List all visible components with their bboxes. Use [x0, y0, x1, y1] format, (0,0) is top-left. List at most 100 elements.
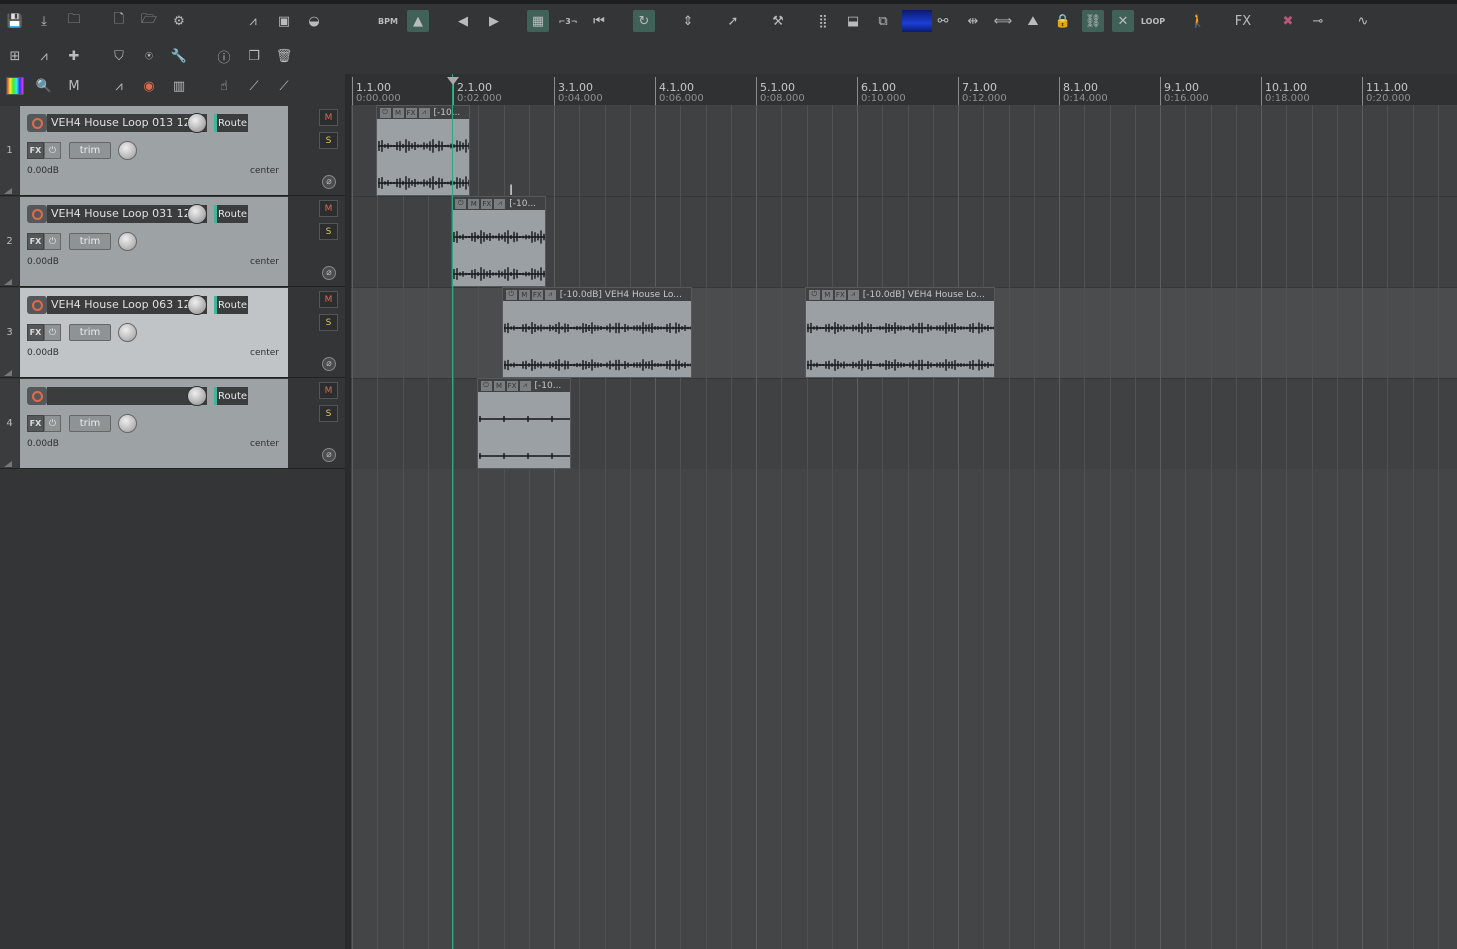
headphone-icon[interactable]: ∿ [1352, 10, 1374, 32]
monitor-icon[interactable]: ⍟ [138, 45, 160, 67]
color-bar-icon[interactable] [902, 10, 932, 32]
track-number[interactable]: 2 [0, 197, 19, 287]
route-button[interactable]: Route [214, 296, 248, 314]
pan-knob[interactable] [118, 414, 137, 433]
snap-grid-icon[interactable]: ⣿ [812, 10, 834, 32]
open-project-icon[interactable]: 🗀 [63, 10, 85, 32]
automation-mode-button[interactable]: trim [69, 415, 111, 432]
media-item[interactable]: ⏻ M FX ⩘ [-10.0dB] VEH4 House Lo... [804, 287, 996, 378]
track-2[interactable]: 2 VEH4 House Loop 031 12 Route FX ⏻ trim… [0, 197, 345, 288]
next-icon[interactable]: ▶ [483, 10, 505, 32]
marker-icon[interactable]: ⛰ [1022, 10, 1044, 32]
save-as-icon[interactable]: ⤓ [33, 10, 55, 32]
item-header-button[interactable]: M [468, 198, 480, 209]
item-header-button[interactable]: ⏻ [455, 198, 467, 209]
color-icon[interactable] [4, 75, 26, 97]
hammer-icon[interactable]: ⚒ [767, 10, 789, 32]
link-icon[interactable]: ⚯ [932, 10, 954, 32]
automation-mode-button[interactable]: trim [69, 142, 111, 159]
fx-icon[interactable]: FX [1232, 10, 1254, 32]
render-icon[interactable]: ▣ [273, 10, 295, 32]
copy-icon[interactable]: ❐ [243, 45, 265, 67]
split-icon[interactable]: ⟺ [992, 10, 1014, 32]
solo-button[interactable]: S [319, 223, 338, 240]
track-lane-1[interactable] [351, 106, 1457, 197]
trash-icon[interactable]: 🗑 [273, 45, 295, 67]
metronome-drum-icon[interactable]: ◒ [303, 10, 325, 32]
info-icon[interactable]: ⓘ [213, 45, 235, 67]
prev-icon[interactable]: ◀ [452, 10, 474, 32]
midi-icon[interactable]: M [63, 75, 85, 97]
route-button[interactable]: Route [214, 387, 248, 405]
arrange-view[interactable]: 1.1.00 0:00.000 2.1.00 0:02.000 3.1.00 0:0… [351, 74, 1457, 949]
item-header[interactable]: ⏻ M FX ⩘ [-10... [376, 106, 470, 119]
volume-knob[interactable] [187, 204, 207, 224]
phase-invert-button[interactable]: ⌀ [322, 448, 336, 462]
save-icon[interactable]: 💾 [4, 10, 26, 32]
track-panel[interactable]: VEH4 House Loop 063 12 Route FX ⏻ trim 0… [20, 288, 288, 378]
phase-invert-button[interactable]: ⌀ [322, 266, 336, 280]
pan-knob[interactable] [118, 323, 137, 342]
record-arm-icon[interactable]: ◉ [138, 75, 160, 97]
item-header-button[interactable]: FX [506, 380, 518, 391]
track-name-field[interactable]: VEH4 House Loop 013 12 [47, 114, 207, 132]
volume-knob[interactable] [187, 113, 207, 133]
track-4[interactable]: 4 Route FX ⏻ trim 0.00dB center M S ⌀ [0, 379, 345, 470]
item-header[interactable]: ⏻ M FX ⩘ [-10.0dB] VEH4 House Lo... [805, 288, 995, 301]
item-header-button[interactable]: ⏻ [505, 289, 517, 300]
empty-track-area[interactable] [351, 469, 1457, 949]
track-1[interactable]: 1 VEH4 House Loop 013 12 Route FX ⏻ trim… [0, 106, 345, 197]
plug-icon[interactable]: ⊸ [1307, 10, 1329, 32]
envelope-icon[interactable]: ⩘ [242, 10, 264, 32]
fx-button[interactable]: FX [27, 233, 44, 250]
automation-mode-button[interactable]: trim [69, 233, 111, 250]
record-arm-button[interactable] [27, 387, 47, 405]
mute-button[interactable]: M [319, 382, 338, 399]
volume-knob[interactable] [187, 386, 207, 406]
zoom-search-icon[interactable]: 🔍 [33, 75, 55, 97]
item-header-button[interactable]: M [821, 289, 833, 300]
item-header-button[interactable]: FX [405, 107, 417, 118]
envelope-arm-icon[interactable]: ⩘ [108, 75, 130, 97]
item-header-button[interactable]: ⩘ [519, 380, 531, 391]
fx-button[interactable]: FX [27, 415, 44, 432]
track-number[interactable]: 1 [0, 106, 19, 196]
item-header-button[interactable]: FX [531, 289, 543, 300]
route-button[interactable]: Route [214, 114, 248, 132]
record-arm-button[interactable] [27, 205, 47, 223]
item-header-button[interactable]: FX [481, 198, 493, 209]
track-name-field[interactable]: VEH4 House Loop 063 12 [47, 296, 207, 314]
new-project-icon[interactable]: 🗋 [108, 10, 130, 32]
media-item[interactable]: ⏻ M FX ⩘ [-10.0dB] VEH4 House Lo... [501, 287, 693, 378]
wrench-icon[interactable]: 🔧 [168, 45, 190, 67]
item-header[interactable]: ⏻ M FX ⩘ [-10.0dB] VEH4 House Lo... [502, 288, 692, 301]
item-header-button[interactable]: ⩘ [494, 198, 506, 209]
touch-icon[interactable]: ☝ [213, 75, 235, 97]
shield-icon[interactable]: ⛉ [108, 45, 130, 67]
item-header[interactable]: ⏻ M FX ⩘ [-10... [452, 197, 546, 210]
zoom-icon[interactable]: ⇕ [677, 10, 699, 32]
route-matrix-icon[interactable]: ⊞ [4, 45, 26, 67]
track-panel[interactable]: Route FX ⏻ trim 0.00dB center [20, 379, 288, 469]
ripple-icon[interactable]: ⬓ [842, 10, 864, 32]
item-header-button[interactable]: ⏻ [480, 380, 492, 391]
record-arm-button[interactable] [27, 296, 47, 314]
volume-knob[interactable] [187, 295, 207, 315]
mixer-icon[interactable]: ▥ [168, 75, 190, 97]
lock-icon[interactable]: 🔒 [1052, 10, 1074, 32]
automation-icon[interactable]: ⟋ [243, 75, 265, 97]
timeline-ruler[interactable]: 1.1.00 0:00.000 2.1.00 0:02.000 3.1.00 0:0… [351, 74, 1457, 105]
fx-button[interactable]: FX [27, 324, 44, 341]
media-item[interactable]: ⏻ M FX ⩘ [-10... [451, 196, 547, 287]
track-name-field[interactable]: VEH4 House Loop 031 12 [47, 205, 207, 223]
item-header-button[interactable]: ⩘ [544, 289, 556, 300]
pan-knob[interactable] [118, 141, 137, 160]
project-settings-icon[interactable]: ⚙ [168, 10, 190, 32]
mute-button[interactable]: M [319, 109, 338, 126]
item-header-button[interactable]: M [392, 107, 404, 118]
fx-bypass-button[interactable]: ⏻ [44, 324, 61, 341]
solo-button[interactable]: S [319, 314, 338, 331]
media-item[interactable]: ⏻ M FX ⩘ [-10... [476, 378, 572, 469]
mute-button[interactable]: M [319, 291, 338, 308]
bypass-icon[interactable]: ✖ [1277, 10, 1299, 32]
